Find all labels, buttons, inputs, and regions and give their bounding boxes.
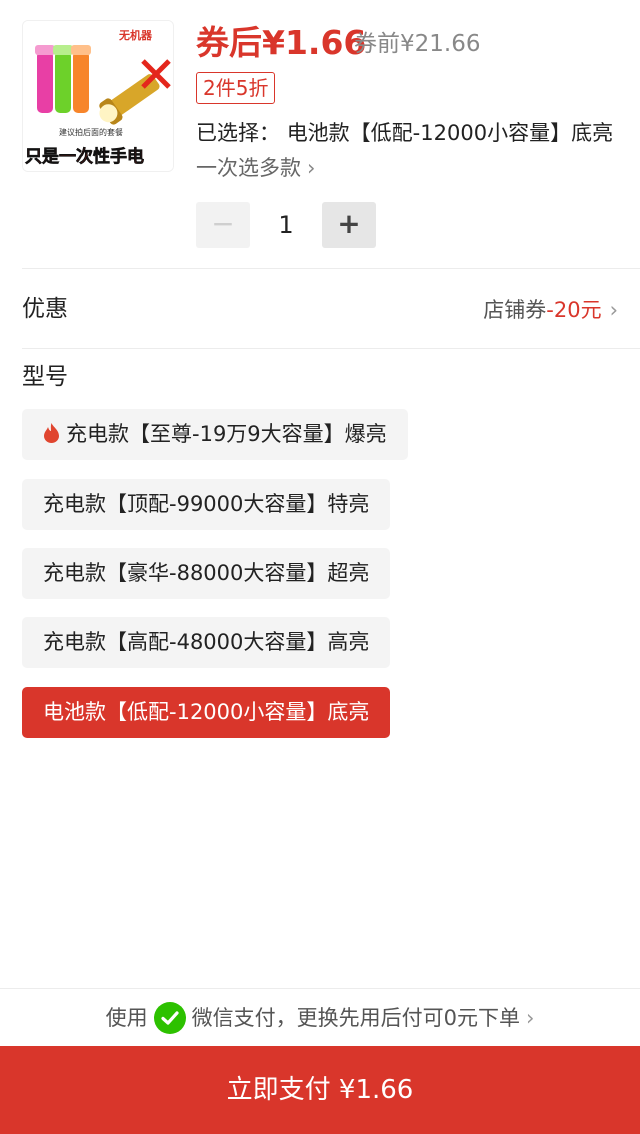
model-section-label: 型号 [22,364,68,390]
model-option-label: 充电款【至尊-19万9大容量】爆亮 [66,422,387,446]
model-option-4[interactable]: 充电款【高配-48000大容量】高亮 [22,617,391,668]
fire-icon [44,423,59,443]
product-image: 无机器 建议拍后面的套餐 只是一次性手电 [23,21,173,171]
product-image-note: 建议拍后面的套餐 [59,127,123,137]
selected-label: 已选择： [196,121,280,145]
model-option-label: 充电款【高配-48000大容量】高亮 [43,630,370,654]
discount-selector[interactable]: 店铺券-20元 › [483,294,618,326]
model-option-3[interactable]: 充电款【豪华-88000大容量】超亮 [22,548,391,599]
discount-coupon-type: 店铺券 [483,298,547,322]
product-image-caption: 只是一次性手电 [25,146,144,167]
payment-hint-text: 微信支付，更换先用后付可0元下单 [191,1006,520,1030]
quantity-value[interactable]: 1 [250,202,322,248]
selected-value: 电池款【低配-12000小容量】底亮 [286,121,614,145]
product-thumbnail[interactable]: 无机器 建议拍后面的套餐 只是一次性手电 [22,20,174,172]
price-after-coupon: 券后¥1.66 [196,23,367,62]
divider [0,988,640,989]
model-option-label: 电池款【低配-12000小容量】底亮 [43,700,370,724]
chevron-right-icon: › [525,1006,535,1030]
model-option-1[interactable]: 充电款【至尊-19万9大容量】爆亮 [22,409,408,460]
discount-amount: -20元 [546,298,602,322]
divider [22,348,640,349]
model-option-5-selected[interactable]: 电池款【低配-12000小容量】底亮 [22,687,391,738]
payment-hint-prefix: 使用 [105,1006,148,1030]
promo-tag: 2件5折 [196,72,276,104]
product-image-badge: 无机器 [118,28,153,42]
model-option-2[interactable]: 充电款【顶配-99000大容量】特亮 [22,479,391,530]
payment-method-selector[interactable]: 使用 微信支付，更换先用后付可0元下单 › [0,996,640,1040]
discount-label: 优惠 [22,296,68,322]
chevron-right-icon: › [609,298,618,322]
pay-now-button[interactable]: 立即支付 ¥1.66 [0,1046,640,1134]
quantity-increase-button[interactable]: + [322,202,376,248]
quantity-decrease-button[interactable]: − [196,202,250,248]
model-option-label: 充电款【顶配-99000大容量】特亮 [43,492,370,516]
selected-summary: 已选择： 电池款【低配-12000小容量】底亮 [196,117,616,149]
divider [22,268,640,269]
multi-select-label: 一次选多款 [196,156,301,180]
wechat-icon [153,1002,186,1034]
multi-select-link[interactable]: 一次选多款 › [196,152,315,184]
price-before-coupon: 券前¥21.66 [354,31,481,57]
model-option-label: 充电款【豪华-88000大容量】超亮 [43,561,370,585]
chevron-right-icon: › [307,156,316,180]
